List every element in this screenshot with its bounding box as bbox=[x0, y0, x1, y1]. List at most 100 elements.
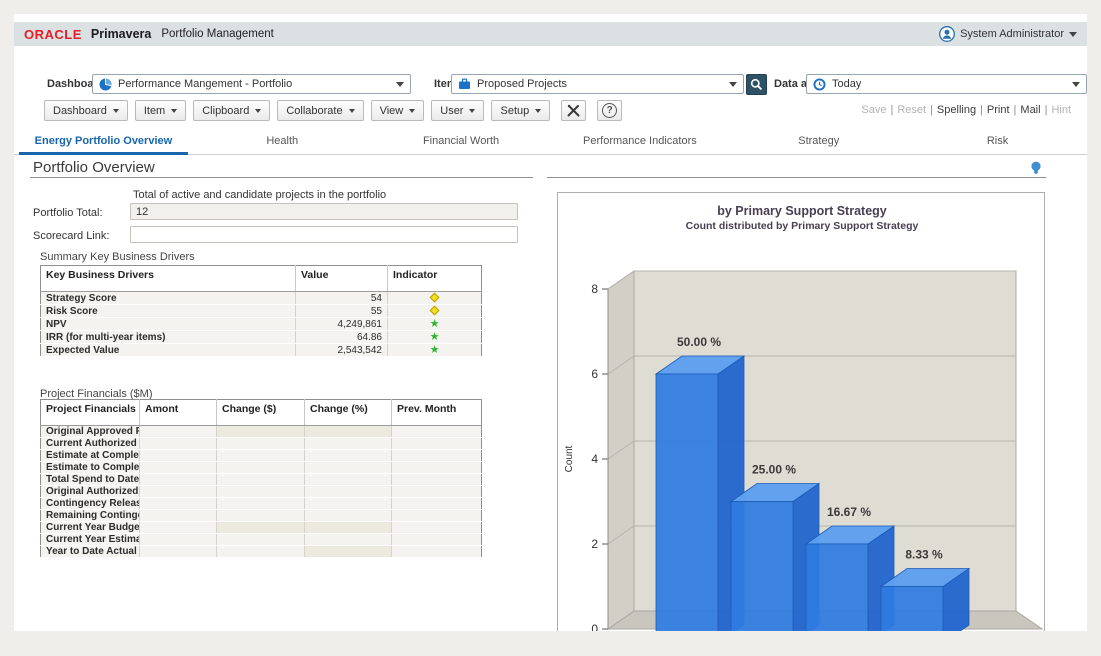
tab-strategy[interactable]: Strategy bbox=[729, 127, 908, 154]
divider bbox=[30, 177, 533, 178]
y-tick-label: 0 bbox=[591, 622, 598, 631]
financial-cell bbox=[305, 462, 392, 474]
menu-button-label: Clipboard bbox=[202, 105, 249, 117]
y-tick-label: 6 bbox=[591, 367, 598, 381]
divider: | bbox=[980, 104, 983, 116]
driver-value: 4,249,861 bbox=[296, 318, 388, 331]
financial-cell bbox=[305, 546, 392, 558]
item-value: Proposed Projects bbox=[477, 78, 567, 90]
key-business-drivers-table: Key Business DriversValueIndicatorStrate… bbox=[40, 265, 482, 357]
driver-label: IRR (for multi-year items) bbox=[41, 331, 296, 344]
column-header: Change (%) bbox=[305, 400, 392, 426]
menu-button-dashboard[interactable]: Dashboard bbox=[44, 100, 128, 121]
financial-label: Estimate at Completion.. bbox=[41, 450, 140, 462]
star-icon: ★ bbox=[430, 318, 440, 330]
column-header: Project Financials ($M) bbox=[41, 400, 140, 426]
portfolio-total-label: Portfolio Total: bbox=[33, 207, 103, 219]
save-link[interactable]: Save bbox=[861, 104, 886, 116]
menu-button-collaborate[interactable]: Collaborate bbox=[277, 100, 363, 121]
pie-chart-icon bbox=[99, 78, 112, 91]
star-icon: ★ bbox=[430, 331, 440, 343]
table-row: Strategy Score54 bbox=[41, 292, 482, 305]
reset-link[interactable]: Reset bbox=[897, 104, 926, 116]
tools-button[interactable] bbox=[561, 100, 586, 121]
financial-label: Current Year Budget bbox=[41, 522, 140, 534]
table-row: Current Year Budget bbox=[41, 522, 482, 534]
menu-buttons: Dashboard Item Clipboard Collaborate View Use… bbox=[44, 100, 550, 121]
help-icon: ? bbox=[602, 103, 617, 118]
chevron-down-icon bbox=[255, 109, 261, 113]
chevron-down-icon bbox=[535, 109, 541, 113]
financial-cell bbox=[140, 438, 217, 450]
financial-cell bbox=[392, 462, 482, 474]
user-name: System Administrator bbox=[960, 28, 1064, 40]
financial-label: Year to Date Actual Spe.. bbox=[41, 546, 140, 558]
menu-button-user[interactable]: User bbox=[431, 100, 484, 121]
oracle-logo: ORACLE bbox=[24, 27, 82, 42]
menu-button-label: Item bbox=[144, 105, 165, 117]
chart-subtitle: Count distributed by Primary Support Str… bbox=[686, 220, 919, 232]
spelling-link[interactable]: Spelling bbox=[937, 104, 976, 116]
financial-cell bbox=[140, 486, 217, 498]
search-button[interactable] bbox=[746, 74, 767, 95]
scorecard-link-input[interactable] bbox=[130, 226, 518, 243]
divider: | bbox=[890, 104, 893, 116]
financial-label: Total Spend to Date bbox=[41, 474, 140, 486]
financial-cell bbox=[392, 450, 482, 462]
driver-indicator: ★ bbox=[388, 331, 482, 344]
hint-link[interactable]: Hint bbox=[1051, 104, 1071, 116]
page-background: ORACLE Primavera Portfolio Management Sy… bbox=[0, 0, 1101, 656]
chevron-down-icon bbox=[469, 109, 475, 113]
bar-percentage-label: 50.00 % bbox=[677, 335, 721, 349]
y-axis-label: Count bbox=[564, 445, 575, 472]
financial-cell bbox=[217, 426, 305, 438]
menu-button-view[interactable]: View bbox=[371, 100, 425, 121]
portfolio-total-input[interactable] bbox=[130, 203, 518, 220]
item-select[interactable]: Proposed Projects bbox=[451, 74, 744, 94]
table-row: Total Spend to Date bbox=[41, 474, 482, 486]
table-row: NPV4,249,861★ bbox=[41, 318, 482, 331]
divider: | bbox=[930, 104, 933, 116]
mail-link[interactable]: Mail bbox=[1020, 104, 1040, 116]
table-row: Risk Score55 bbox=[41, 305, 482, 318]
menu-button-item[interactable]: Item bbox=[135, 100, 186, 121]
financial-cell bbox=[217, 546, 305, 558]
tab-bar: Energy Portfolio OverviewHealthFinancial… bbox=[14, 127, 1087, 155]
print-link[interactable]: Print bbox=[987, 104, 1010, 116]
action-links: Save|Reset|Spelling|Print|Mail|Hint bbox=[861, 104, 1071, 116]
financial-label: Remaining Contingency bbox=[41, 510, 140, 522]
financial-label: Original Authorized Co.. bbox=[41, 486, 140, 498]
scorecard-link-label: Scorecard Link: bbox=[33, 230, 109, 242]
tab-energy-portfolio-overview[interactable]: Energy Portfolio Overview bbox=[14, 127, 193, 154]
data-as-of-select[interactable]: Today bbox=[806, 74, 1087, 94]
table-row: Remaining Contingency bbox=[41, 510, 482, 522]
help-button[interactable]: ? bbox=[597, 100, 622, 121]
financial-cell bbox=[140, 522, 217, 534]
bar-percentage-label: 25.00 % bbox=[752, 463, 796, 477]
bar-percentage-label: 8.33 % bbox=[905, 548, 943, 562]
tab-financial-worth[interactable]: Financial Worth bbox=[372, 127, 551, 154]
tab-risk[interactable]: Risk bbox=[908, 127, 1087, 154]
dashboard-select[interactable]: Performance Mangement - Portfolio bbox=[92, 74, 411, 94]
financial-label: Original Approved Fun.. bbox=[41, 426, 140, 438]
menu-button-clipboard[interactable]: Clipboard bbox=[193, 100, 270, 121]
financial-cell bbox=[305, 450, 392, 462]
chart-bar[interactable] bbox=[881, 569, 969, 632]
financial-cell bbox=[305, 486, 392, 498]
table-row: Expected Value2,543,542★ bbox=[41, 344, 482, 357]
y-tick-label: 4 bbox=[591, 452, 598, 466]
brand-product-name: Portfolio Management bbox=[161, 28, 274, 40]
tab-health[interactable]: Health bbox=[193, 127, 372, 154]
divider: | bbox=[1014, 104, 1017, 116]
table-row: Original Authorized Co.. bbox=[41, 486, 482, 498]
menu-button-setup[interactable]: Setup bbox=[491, 100, 550, 121]
financial-cell bbox=[217, 486, 305, 498]
tab-performance-indicators[interactable]: Performance Indicators bbox=[550, 127, 729, 154]
financial-cell bbox=[140, 498, 217, 510]
data-as-of-value: Today bbox=[832, 78, 861, 90]
financial-cell bbox=[305, 426, 392, 438]
financial-cell bbox=[392, 534, 482, 546]
lightbulb-icon[interactable] bbox=[1030, 161, 1042, 181]
user-menu[interactable]: System Administrator bbox=[939, 26, 1077, 42]
bar-chart: by Primary Support StrategyCount distrib… bbox=[558, 193, 1045, 631]
